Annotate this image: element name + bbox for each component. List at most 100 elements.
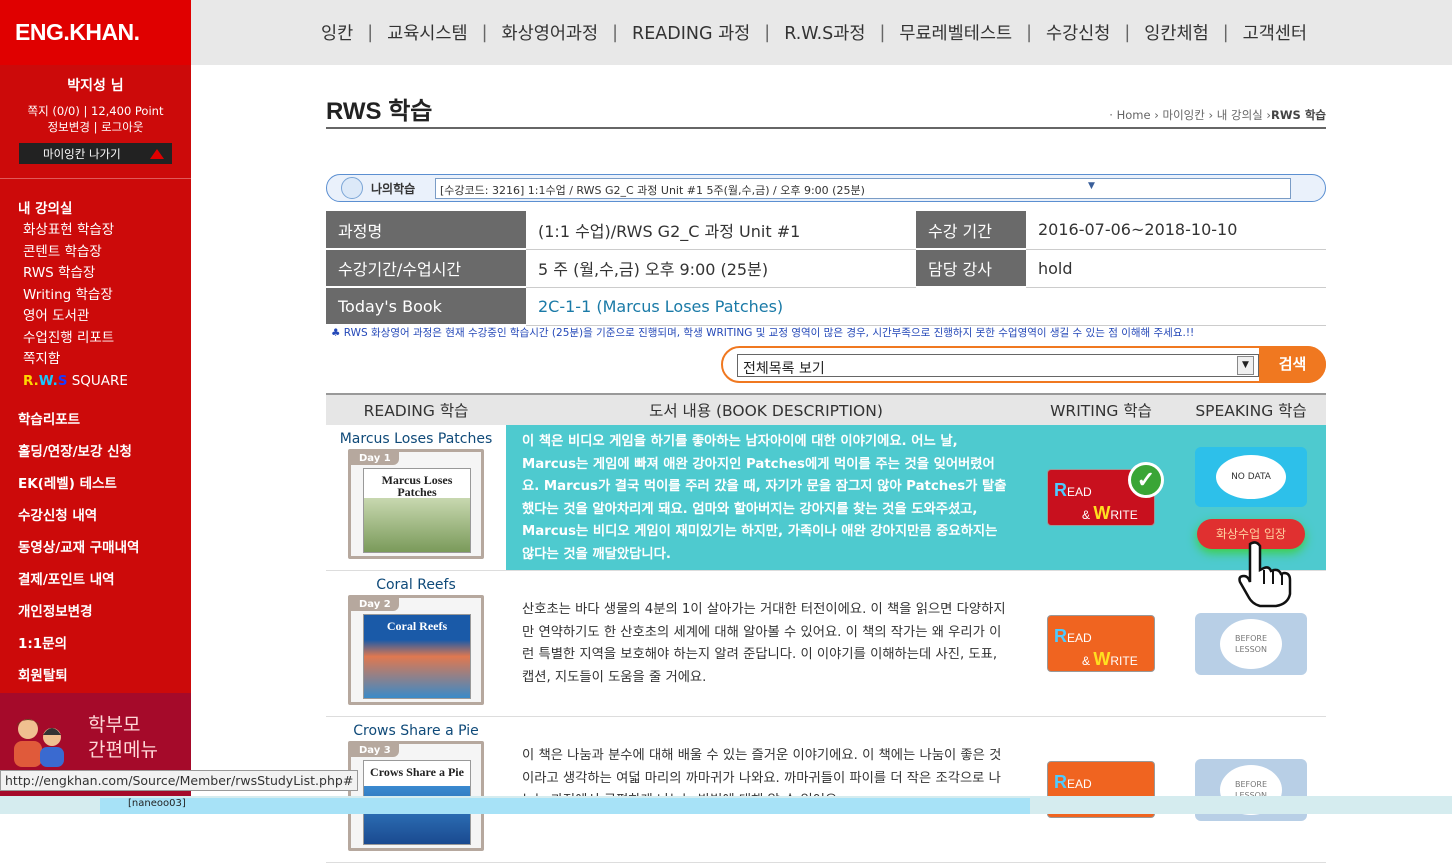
- sidebar-item-messages[interactable]: 쪽지함: [18, 349, 191, 371]
- nav-education-system[interactable]: 교육시스템: [387, 20, 468, 45]
- hand-pointer-icon: [1238, 541, 1292, 608]
- course-select-value: [수강코드: 3216] 1:1수업 / RWS G2_C 과정 Unit #1…: [440, 184, 865, 197]
- logo[interactable]: ENG.KHAN.: [0, 0, 191, 65]
- crumb-my[interactable]: 마이잉칸: [1163, 108, 1205, 122]
- user-name: 박지성 님: [67, 78, 124, 94]
- book-title[interactable]: Marcus Loses Patches: [326, 431, 506, 447]
- sidebar-item-rws-learning[interactable]: RWS 학습장: [18, 263, 191, 285]
- title-divider: [326, 127, 1326, 129]
- no-data-label: NO DATA: [1216, 454, 1286, 499]
- rws-w: W.: [38, 372, 58, 389]
- no-data-badge: NO DATA: [1195, 446, 1307, 507]
- list-filter-select[interactable]: 전체목록 보기 ▼: [737, 354, 1259, 377]
- message-link[interactable]: 쪽지 (0/0): [28, 104, 80, 118]
- crumb-classroom[interactable]: 내 강의실: [1217, 108, 1263, 122]
- book-cover[interactable]: Day 2 Coral Reefs: [348, 595, 484, 705]
- rw-amp: &: [1082, 654, 1091, 668]
- teacher: hold: [1026, 249, 1326, 288]
- cover-title: Crows Share a Pie: [370, 765, 464, 779]
- menu-study-report[interactable]: 학습리포트: [18, 404, 191, 436]
- table-row: Coral Reefs Day 2 Coral Reefs 산호초는 바다 생물…: [326, 571, 1326, 717]
- menu-holding[interactable]: 홀딩/연장/보강 신청: [18, 436, 191, 468]
- menu-personal-info[interactable]: 개인정보변경: [18, 596, 191, 628]
- course-select[interactable]: [수강코드: 3216] 1:1수업 / RWS G2_C 과정 Unit #1…: [435, 178, 1291, 199]
- nav-support[interactable]: 고객센터: [1243, 20, 1307, 45]
- menu-withdraw[interactable]: 회원탈퇴: [18, 660, 191, 692]
- sidebar-item-lesson-report[interactable]: 수업진행 리포트: [18, 328, 191, 350]
- search-button[interactable]: 검색: [1259, 346, 1326, 383]
- period: 2016-07-06~2018-10-10: [1026, 211, 1326, 250]
- bottom-strip: [naneoo03]: [0, 796, 1452, 814]
- search-bar: 전체목록 보기 ▼ 검색: [721, 346, 1326, 383]
- user-box: 박지성 님 쪽지 (0/0) | 12,400 Point 정보변경 | 로그아…: [0, 65, 191, 175]
- menu-enrollment-history[interactable]: 수강신청 내역: [18, 500, 191, 532]
- book-table: READING 학습 도서 내용 (BOOK DESCRIPTION) WRIT…: [326, 393, 1326, 863]
- menu-payment-history[interactable]: 결제/포인트 내역: [18, 564, 191, 596]
- read-write-button[interactable]: READ & WRITE: [1047, 615, 1155, 672]
- rw-amp: &: [1082, 508, 1091, 522]
- period-label: 수강 기간: [916, 211, 1026, 250]
- before-lesson-badge: BEFORE LESSON: [1195, 612, 1307, 675]
- parent-menu-line2: 간편메뉴: [88, 739, 158, 761]
- read-write-button[interactable]: READ & WRITE ✓: [1047, 462, 1164, 526]
- time: 5 주 (월,수,금) 오후 9:00 (25분): [526, 249, 916, 288]
- course-select-bar: 나의학습 [수강코드: 3216] 1:1수업 / RWS G2_C 과정 Un…: [326, 174, 1326, 202]
- triangle-up-icon: [150, 148, 164, 159]
- nav-video-english[interactable]: 화상영어과정: [502, 20, 599, 45]
- day-badge: Day 1: [351, 452, 399, 465]
- nav-trial[interactable]: 잉칸체험: [1144, 20, 1208, 45]
- sidebar-item-video-learning[interactable]: 화상표현 학습장: [18, 220, 191, 242]
- menu-inquiry[interactable]: 1:1문의: [18, 628, 191, 660]
- edit-info-link[interactable]: 정보변경: [48, 120, 90, 134]
- rw-w: W: [1093, 649, 1111, 669]
- col-description: 도서 내용 (BOOK DESCRIPTION): [649, 402, 883, 420]
- book-description: 이 책은 비디오 게임을 하기를 좋아하는 남자아이에 대한 이야기에요. 어느…: [522, 434, 1007, 562]
- todays-book[interactable]: 2C-1-1 (Marcus Loses Patches): [526, 287, 1326, 326]
- status-bar: http://engkhan.com/Source/Member/rwsStud…: [0, 770, 359, 791]
- before-lesson-label: BEFORE LESSON: [1220, 618, 1282, 669]
- book-title[interactable]: Crows Share a Pie: [326, 723, 506, 739]
- rw-write: RITE: [1110, 654, 1138, 668]
- nav-rws[interactable]: R.W.S과정: [784, 20, 865, 45]
- bottom-text: [naneoo03]: [128, 798, 186, 809]
- sidebar-item-writing-learning[interactable]: Writing 학습장: [18, 285, 191, 307]
- logout-link[interactable]: 로그아웃: [101, 120, 143, 134]
- nav-level-test[interactable]: 무료레벨테스트: [899, 20, 1012, 45]
- crumb-home[interactable]: · Home: [1109, 108, 1150, 122]
- menu-level-test[interactable]: EK(레벨) 테스트: [18, 468, 191, 500]
- nav-reading[interactable]: READING 과정: [632, 20, 750, 45]
- book-cover[interactable]: Day 1 Marcus Loses Patches: [348, 449, 484, 559]
- my-study-label: 나의학습: [371, 182, 416, 196]
- course-name-label: 과정명: [326, 211, 526, 250]
- sidebar-item-rws-square[interactable]: R.W.S SQUARE: [18, 371, 191, 393]
- sidebar-item-content-learning[interactable]: 콘텐트 학습장: [18, 242, 191, 264]
- chevron-down-icon: ▼: [1237, 356, 1254, 375]
- classroom-menu: 내 강의실 화상표현 학습장 콘텐트 학습장 RWS 학습장 Writing 학…: [0, 179, 191, 392]
- crumb-current: RWS 학습: [1271, 108, 1326, 122]
- rws-r: R.: [23, 372, 39, 389]
- teacher-label: 담당 강사: [916, 249, 1026, 288]
- col-speaking: SPEAKING 학습: [1195, 402, 1307, 420]
- col-writing: WRITING 학습: [1050, 402, 1152, 420]
- book-description: 산호초는 바다 생물의 4분의 1이 살아가는 거대한 터전이에요. 이 책을 …: [522, 602, 1006, 685]
- table-row: Crows Share a Pie Day 3 Crows Share a Pi…: [326, 717, 1326, 863]
- nav-enroll[interactable]: 수강신청: [1046, 20, 1110, 45]
- menu-purchase-history[interactable]: 동영상/교재 구매내역: [18, 532, 191, 564]
- rw-write: RITE: [1110, 508, 1138, 522]
- parents-icon: [14, 719, 64, 767]
- my-engkhan-exit-button[interactable]: 마이잉칸 나가기: [19, 143, 172, 164]
- points: 12,400 Point: [91, 104, 164, 118]
- nav-engkhan[interactable]: 잉칸: [321, 20, 353, 45]
- parent-menu-line1: 학부모: [88, 714, 141, 736]
- filter-value: 전체목록 보기: [743, 361, 825, 377]
- sidebar: ENG.KHAN. 박지성 님 쪽지 (0/0) | 12,400 Point …: [0, 0, 191, 814]
- time-label: 수강기간/수업시간: [326, 249, 526, 288]
- sidebar-item-english-library[interactable]: 영어 도서관: [18, 306, 191, 328]
- day-badge: Day 3: [351, 744, 399, 757]
- table-row: Marcus Loses Patches Day 1 Marcus Loses …: [326, 425, 1326, 571]
- book-title[interactable]: Coral Reefs: [326, 577, 506, 593]
- classroom-head[interactable]: 내 강의실: [18, 199, 191, 220]
- breadcrumb: · Home › 마이잉칸 › 내 강의실 ›RWS 학습: [1109, 108, 1326, 122]
- main-menu: 학습리포트 홀딩/연장/보강 신청 EK(레벨) 테스트 수강신청 내역 동영상…: [0, 392, 191, 692]
- rws-s: S: [57, 372, 68, 389]
